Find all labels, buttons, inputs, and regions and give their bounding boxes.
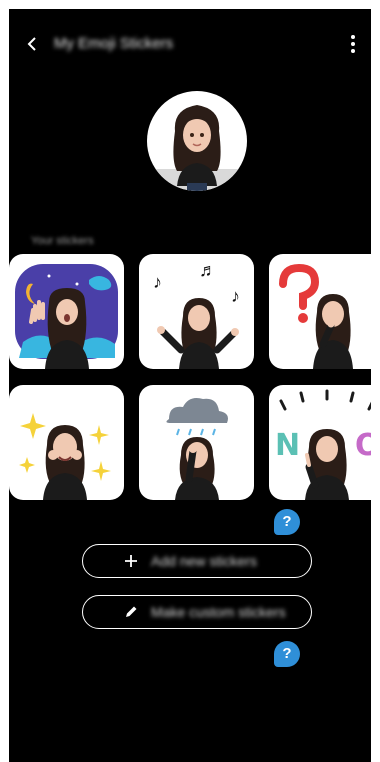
chevron-left-icon (27, 37, 36, 51)
sticker-sparkle-icon (19, 413, 111, 500)
add-new-stickers-label: Add new stickers (151, 553, 257, 569)
add-new-stickers-button[interactable]: Add new stickers (82, 544, 312, 578)
sticker-tile-music[interactable]: ♪ ♬ ♪ (139, 254, 254, 369)
sticker-no-gesture-icon: N O (275, 389, 371, 500)
app-bar: My Emoji Stickers (9, 27, 371, 63)
emoji-avatar-icon (147, 105, 247, 191)
sticker-rain-cloud-icon (166, 398, 228, 500)
sticker-tile-rain-cloud[interactable] (139, 385, 254, 500)
svg-text:N: N (275, 428, 300, 463)
svg-text:♪: ♪ (231, 286, 240, 306)
svg-text:♬: ♬ (199, 260, 217, 280)
svg-text:O: O (355, 428, 371, 463)
help-badge[interactable]: ? (274, 509, 300, 535)
make-custom-stickers-label: Make custom stickers (151, 604, 286, 620)
help-badge[interactable]: ? (274, 641, 300, 667)
back-button[interactable] (19, 31, 45, 57)
sticker-tile-question[interactable] (269, 254, 371, 369)
sticker-question-icon (279, 263, 353, 369)
sticker-tile-night-sky[interactable] (9, 254, 124, 369)
sticker-music-icon: ♪ ♬ ♪ (153, 260, 240, 369)
sticker-tile-no[interactable]: N O (269, 385, 371, 500)
section-label: Your stickers (31, 235, 94, 247)
svg-text:♪: ♪ (153, 272, 162, 292)
more-options-button[interactable] (341, 31, 365, 57)
page-title: My Emoji Stickers (54, 35, 174, 52)
sticker-tile-sparkle[interactable] (9, 385, 124, 500)
pencil-icon (126, 606, 137, 617)
more-vertical-icon (351, 35, 355, 53)
sticker-night-sky-icon (15, 264, 118, 369)
plus-icon (125, 555, 137, 567)
avatar[interactable] (147, 91, 247, 191)
phone-screen: My Emoji Stickers Your stickers ♪ ♬ ♪ N … (9, 9, 371, 762)
make-custom-stickers-button[interactable]: Make custom stickers (82, 595, 312, 629)
